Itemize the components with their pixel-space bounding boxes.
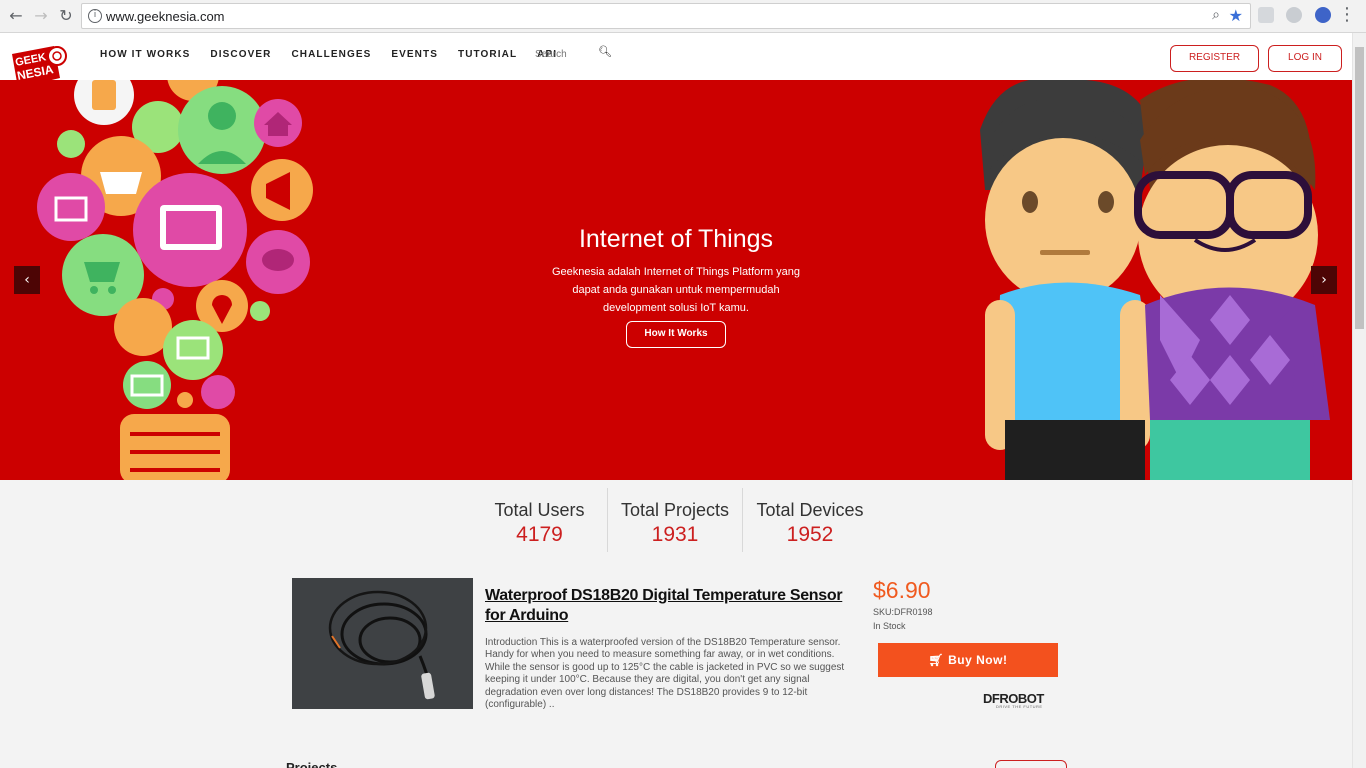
product-title-link[interactable]: Waterproof DS18B20 Digital Temperature S… <box>485 586 855 626</box>
back-icon[interactable]: ← <box>6 6 26 26</box>
address-url[interactable]: www.geeknesia.com <box>106 9 225 24</box>
dfrobot-tagline: DRIVE THE FUTURE <box>996 704 1043 709</box>
zoom-icon[interactable]: ⌕ <box>1212 7 1220 23</box>
forward-icon[interactable]: → <box>31 6 51 26</box>
bookmark-star-icon[interactable]: ★ <box>1229 6 1243 25</box>
stats-bar: Total Users 4179 Total Projects 1931 Tot… <box>472 488 877 552</box>
login-button[interactable]: LOG IN <box>1268 45 1342 72</box>
site-header: GEEK NESIA HOW IT WORKS DISCOVER CHALLEN… <box>0 33 1352 88</box>
nav-discover[interactable]: DISCOVER <box>210 49 271 60</box>
cart-icon: 🛒︎ <box>928 653 945 667</box>
iot-bubbles-illustration <box>37 80 313 480</box>
product-sku: SKU:DFR0198 <box>873 607 933 617</box>
search-icon[interactable]: 🔍︎ <box>598 45 612 58</box>
reload-icon[interactable]: ↻ <box>56 6 76 26</box>
characters-illustration <box>980 80 1330 480</box>
address-bar[interactable]: i www.geeknesia.com ⌕ ★ <box>81 3 1251 29</box>
scrollbar-thumb[interactable] <box>1355 47 1364 329</box>
info-icon[interactable]: i <box>88 9 102 23</box>
stat-label: Total Projects <box>620 500 730 520</box>
nav-tutorial[interactable]: TUTORIAL <box>458 49 517 60</box>
stat-label: Total Users <box>494 500 585 520</box>
extension-globe-icon[interactable] <box>1315 7 1331 23</box>
product-stock-status: In Stock <box>873 621 906 631</box>
hero-title: Internet of Things <box>578 225 774 253</box>
register-button[interactable]: REGISTER <box>1170 45 1259 72</box>
stat-total-projects: Total Projects 1931 <box>607 488 742 552</box>
carousel-next-icon[interactable]: › <box>1311 266 1337 294</box>
browser-menu-icon[interactable]: ⋮ <box>1338 4 1356 25</box>
stat-value: 1931 <box>651 523 699 546</box>
carousel-prev-icon[interactable]: ‹ <box>14 266 40 294</box>
stat-label: Total Devices <box>756 500 864 520</box>
search-input[interactable] <box>535 46 595 62</box>
page-scrollbar[interactable] <box>1352 33 1366 768</box>
buy-now-label: Buy Now! <box>948 653 1008 667</box>
nav-events[interactable]: EVENTS <box>391 49 438 60</box>
product-image[interactable] <box>292 578 473 709</box>
stat-total-devices: Total Devices 1952 <box>742 488 877 552</box>
extension-icon[interactable] <box>1258 7 1274 23</box>
main-nav: HOW IT WORKS DISCOVER CHALLENGES EVENTS … <box>100 49 557 60</box>
projects-more-button[interactable] <box>995 760 1067 768</box>
hero-banner: Internet of Things Geeknesia adalah Inte… <box>0 80 1352 480</box>
nav-challenges[interactable]: CHALLENGES <box>291 49 371 60</box>
stat-value: 4179 <box>516 523 563 546</box>
projects-heading: Projects <box>286 760 338 768</box>
browser-toolbar: ← → ↻ i www.geeknesia.com ⌕ ★ ⋮ <box>0 0 1366 33</box>
nav-how-it-works[interactable]: HOW IT WORKS <box>100 49 190 60</box>
how-it-works-button[interactable]: How It Works <box>626 321 726 348</box>
product-price: $6.90 <box>873 577 931 603</box>
stat-value: 1952 <box>786 523 834 546</box>
hero-description: Geeknesia adalah Internet of Things Plat… <box>551 266 801 314</box>
stat-total-users: Total Users 4179 <box>472 488 607 552</box>
buy-now-button[interactable]: 🛒︎ Buy Now! <box>878 643 1058 677</box>
extension-drive-icon[interactable] <box>1286 7 1302 23</box>
product-description: Introduction This is a waterproofed vers… <box>485 637 845 711</box>
main-content: Total Users 4179 Total Projects 1931 Tot… <box>0 480 1352 768</box>
